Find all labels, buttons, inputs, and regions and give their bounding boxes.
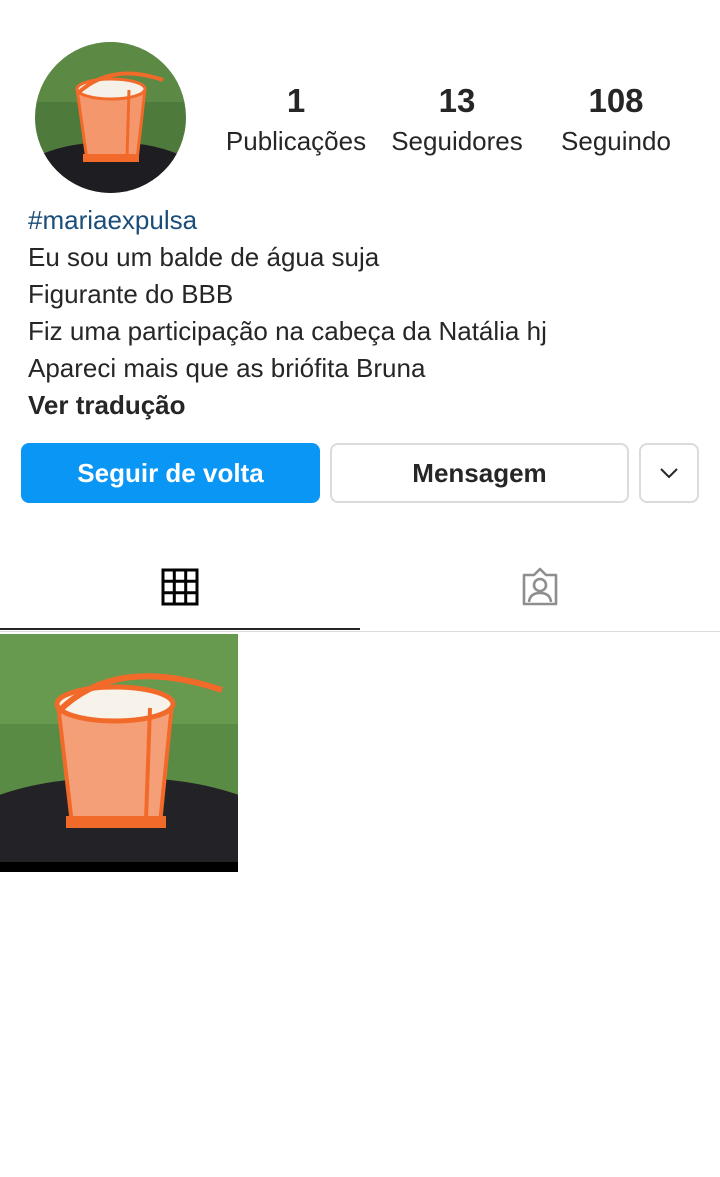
tagged-person-icon bbox=[522, 567, 558, 606]
followers-label: Seguidores bbox=[391, 126, 523, 156]
stat-following[interactable]: 108 Seguindo bbox=[531, 82, 701, 158]
post-thumbnail[interactable] bbox=[0, 634, 238, 872]
bio-line: Apareci mais que as briófita Bruna bbox=[28, 353, 426, 383]
stat-followers[interactable]: 13 Seguidores bbox=[372, 82, 542, 158]
bio-line: Eu sou um balde de água suja bbox=[28, 242, 380, 272]
more-options-button[interactable] bbox=[639, 443, 699, 503]
message-label: Mensagem bbox=[412, 457, 547, 488]
bucket-post-image bbox=[0, 634, 238, 872]
posts-count: 1 bbox=[286, 82, 306, 119]
bio-line: Fiz uma participação na cabeça da Natáli… bbox=[28, 316, 547, 346]
posts-label: Publicações bbox=[225, 126, 367, 156]
follow-back-button[interactable]: Seguir de volta bbox=[21, 443, 320, 503]
message-button[interactable]: Mensagem bbox=[330, 443, 629, 503]
bio-line: Figurante do BBB bbox=[28, 279, 234, 309]
following-count: 108 bbox=[588, 82, 644, 119]
profile-tabs bbox=[0, 545, 720, 632]
following-label: Seguindo bbox=[561, 126, 671, 156]
tab-tagged[interactable] bbox=[360, 545, 720, 629]
followers-count: 13 bbox=[438, 82, 476, 119]
bucket-image bbox=[35, 42, 186, 193]
stat-posts: 1 Publicações bbox=[211, 82, 381, 158]
see-translation-link[interactable]: Ver tradução bbox=[28, 387, 698, 424]
grid-icon bbox=[161, 568, 199, 605]
follow-back-label: Seguir de volta bbox=[77, 457, 264, 488]
profile-avatar[interactable] bbox=[35, 42, 186, 193]
tab-posts-grid[interactable] bbox=[0, 545, 360, 630]
profile-bio: #mariaexpulsa Eu sou um balde de água su… bbox=[28, 202, 698, 424]
chevron-down-icon bbox=[660, 468, 678, 479]
bio-hashtag-link[interactable]: #mariaexpulsa bbox=[28, 202, 698, 239]
